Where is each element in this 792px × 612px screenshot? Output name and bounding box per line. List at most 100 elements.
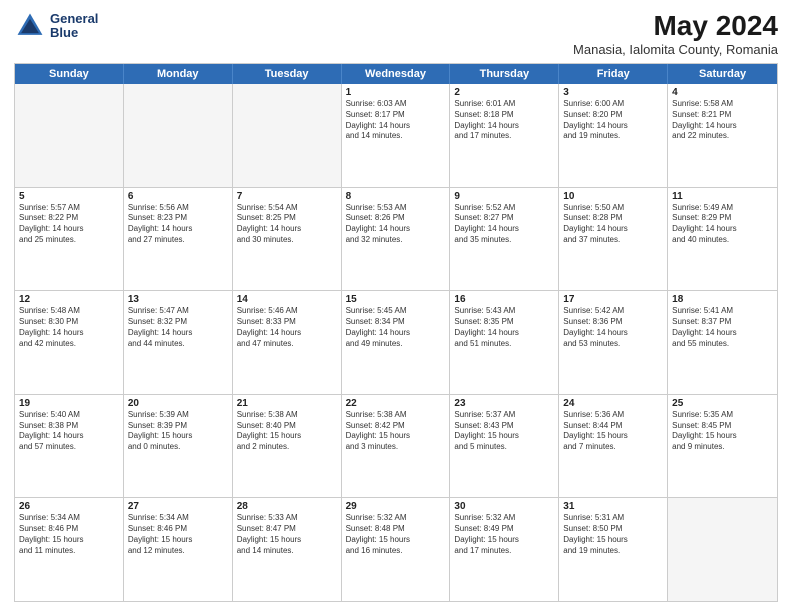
day-info: Sunrise: 5:34 AM Sunset: 8:46 PM Dayligh…: [19, 513, 119, 556]
day-info: Sunrise: 5:53 AM Sunset: 8:26 PM Dayligh…: [346, 203, 446, 246]
day-info: Sunrise: 5:49 AM Sunset: 8:29 PM Dayligh…: [672, 203, 773, 246]
day-cell: 29Sunrise: 5:32 AM Sunset: 8:48 PM Dayli…: [342, 498, 451, 601]
day-info: Sunrise: 5:45 AM Sunset: 8:34 PM Dayligh…: [346, 306, 446, 349]
day-cell: 20Sunrise: 5:39 AM Sunset: 8:39 PM Dayli…: [124, 395, 233, 498]
day-cell: 10Sunrise: 5:50 AM Sunset: 8:28 PM Dayli…: [559, 188, 668, 291]
day-number: 17: [563, 294, 663, 305]
day-info: Sunrise: 5:50 AM Sunset: 8:28 PM Dayligh…: [563, 203, 663, 246]
day-cell: 18Sunrise: 5:41 AM Sunset: 8:37 PM Dayli…: [668, 291, 777, 394]
day-cell: 1Sunrise: 6:03 AM Sunset: 8:17 PM Daylig…: [342, 84, 451, 187]
day-number: 4: [672, 87, 773, 98]
day-cell: 4Sunrise: 5:58 AM Sunset: 8:21 PM Daylig…: [668, 84, 777, 187]
day-info: Sunrise: 6:00 AM Sunset: 8:20 PM Dayligh…: [563, 99, 663, 142]
day-info: Sunrise: 5:47 AM Sunset: 8:32 PM Dayligh…: [128, 306, 228, 349]
day-number: 9: [454, 191, 554, 202]
day-number: 21: [237, 398, 337, 409]
main-title: May 2024: [573, 10, 778, 42]
day-info: Sunrise: 5:38 AM Sunset: 8:42 PM Dayligh…: [346, 410, 446, 453]
day-info: Sunrise: 5:58 AM Sunset: 8:21 PM Dayligh…: [672, 99, 773, 142]
day-cell: 13Sunrise: 5:47 AM Sunset: 8:32 PM Dayli…: [124, 291, 233, 394]
week-row-5: 26Sunrise: 5:34 AM Sunset: 8:46 PM Dayli…: [15, 497, 777, 601]
day-number: 23: [454, 398, 554, 409]
day-number: 11: [672, 191, 773, 202]
day-number: 10: [563, 191, 663, 202]
day-cell: [124, 84, 233, 187]
day-cell: 17Sunrise: 5:42 AM Sunset: 8:36 PM Dayli…: [559, 291, 668, 394]
day-cell: 2Sunrise: 6:01 AM Sunset: 8:18 PM Daylig…: [450, 84, 559, 187]
day-number: 29: [346, 501, 446, 512]
week-row-4: 19Sunrise: 5:40 AM Sunset: 8:38 PM Dayli…: [15, 394, 777, 498]
day-info: Sunrise: 5:52 AM Sunset: 8:27 PM Dayligh…: [454, 203, 554, 246]
day-info: Sunrise: 5:37 AM Sunset: 8:43 PM Dayligh…: [454, 410, 554, 453]
day-cell: 14Sunrise: 5:46 AM Sunset: 8:33 PM Dayli…: [233, 291, 342, 394]
logo-text: General Blue: [50, 12, 98, 41]
day-info: Sunrise: 6:01 AM Sunset: 8:18 PM Dayligh…: [454, 99, 554, 142]
day-cell: 11Sunrise: 5:49 AM Sunset: 8:29 PM Dayli…: [668, 188, 777, 291]
day-header-saturday: Saturday: [668, 64, 777, 84]
calendar: SundayMondayTuesdayWednesdayThursdayFrid…: [14, 63, 778, 602]
day-number: 6: [128, 191, 228, 202]
week-row-3: 12Sunrise: 5:48 AM Sunset: 8:30 PM Dayli…: [15, 290, 777, 394]
day-number: 7: [237, 191, 337, 202]
day-cell: 7Sunrise: 5:54 AM Sunset: 8:25 PM Daylig…: [233, 188, 342, 291]
day-info: Sunrise: 6:03 AM Sunset: 8:17 PM Dayligh…: [346, 99, 446, 142]
day-number: 5: [19, 191, 119, 202]
day-info: Sunrise: 5:40 AM Sunset: 8:38 PM Dayligh…: [19, 410, 119, 453]
day-info: Sunrise: 5:41 AM Sunset: 8:37 PM Dayligh…: [672, 306, 773, 349]
day-header-friday: Friday: [559, 64, 668, 84]
day-cell: 19Sunrise: 5:40 AM Sunset: 8:38 PM Dayli…: [15, 395, 124, 498]
day-number: 16: [454, 294, 554, 305]
day-cell: 5Sunrise: 5:57 AM Sunset: 8:22 PM Daylig…: [15, 188, 124, 291]
subtitle: Manasia, Ialomita County, Romania: [573, 42, 778, 57]
day-cell: 23Sunrise: 5:37 AM Sunset: 8:43 PM Dayli…: [450, 395, 559, 498]
day-cell: [15, 84, 124, 187]
day-header-tuesday: Tuesday: [233, 64, 342, 84]
day-cell: 27Sunrise: 5:34 AM Sunset: 8:46 PM Dayli…: [124, 498, 233, 601]
day-info: Sunrise: 5:42 AM Sunset: 8:36 PM Dayligh…: [563, 306, 663, 349]
day-header-thursday: Thursday: [450, 64, 559, 84]
day-number: 25: [672, 398, 773, 409]
logo: General Blue: [14, 10, 98, 42]
day-number: 22: [346, 398, 446, 409]
day-number: 20: [128, 398, 228, 409]
day-number: 8: [346, 191, 446, 202]
day-info: Sunrise: 5:38 AM Sunset: 8:40 PM Dayligh…: [237, 410, 337, 453]
day-info: Sunrise: 5:36 AM Sunset: 8:44 PM Dayligh…: [563, 410, 663, 453]
day-cell: 21Sunrise: 5:38 AM Sunset: 8:40 PM Dayli…: [233, 395, 342, 498]
week-row-1: 1Sunrise: 6:03 AM Sunset: 8:17 PM Daylig…: [15, 84, 777, 187]
day-info: Sunrise: 5:43 AM Sunset: 8:35 PM Dayligh…: [454, 306, 554, 349]
day-header-monday: Monday: [124, 64, 233, 84]
day-number: 3: [563, 87, 663, 98]
day-number: 1: [346, 87, 446, 98]
day-info: Sunrise: 5:32 AM Sunset: 8:48 PM Dayligh…: [346, 513, 446, 556]
day-info: Sunrise: 5:34 AM Sunset: 8:46 PM Dayligh…: [128, 513, 228, 556]
day-cell: 26Sunrise: 5:34 AM Sunset: 8:46 PM Dayli…: [15, 498, 124, 601]
day-cell: 25Sunrise: 5:35 AM Sunset: 8:45 PM Dayli…: [668, 395, 777, 498]
day-number: 13: [128, 294, 228, 305]
day-info: Sunrise: 5:31 AM Sunset: 8:50 PM Dayligh…: [563, 513, 663, 556]
calendar-body: 1Sunrise: 6:03 AM Sunset: 8:17 PM Daylig…: [15, 84, 777, 601]
logo-icon: [14, 10, 46, 42]
day-header-sunday: Sunday: [15, 64, 124, 84]
day-number: 15: [346, 294, 446, 305]
header: General Blue May 2024 Manasia, Ialomita …: [14, 10, 778, 57]
day-number: 26: [19, 501, 119, 512]
day-cell: 15Sunrise: 5:45 AM Sunset: 8:34 PM Dayli…: [342, 291, 451, 394]
day-info: Sunrise: 5:35 AM Sunset: 8:45 PM Dayligh…: [672, 410, 773, 453]
day-number: 28: [237, 501, 337, 512]
day-headers: SundayMondayTuesdayWednesdayThursdayFrid…: [15, 64, 777, 84]
page: General Blue May 2024 Manasia, Ialomita …: [0, 0, 792, 612]
day-info: Sunrise: 5:46 AM Sunset: 8:33 PM Dayligh…: [237, 306, 337, 349]
day-number: 31: [563, 501, 663, 512]
day-info: Sunrise: 5:48 AM Sunset: 8:30 PM Dayligh…: [19, 306, 119, 349]
day-number: 18: [672, 294, 773, 305]
day-info: Sunrise: 5:54 AM Sunset: 8:25 PM Dayligh…: [237, 203, 337, 246]
day-cell: [668, 498, 777, 601]
day-info: Sunrise: 5:32 AM Sunset: 8:49 PM Dayligh…: [454, 513, 554, 556]
day-number: 27: [128, 501, 228, 512]
week-row-2: 5Sunrise: 5:57 AM Sunset: 8:22 PM Daylig…: [15, 187, 777, 291]
title-block: May 2024 Manasia, Ialomita County, Roman…: [573, 10, 778, 57]
day-header-wednesday: Wednesday: [342, 64, 451, 84]
day-cell: 31Sunrise: 5:31 AM Sunset: 8:50 PM Dayli…: [559, 498, 668, 601]
day-info: Sunrise: 5:57 AM Sunset: 8:22 PM Dayligh…: [19, 203, 119, 246]
